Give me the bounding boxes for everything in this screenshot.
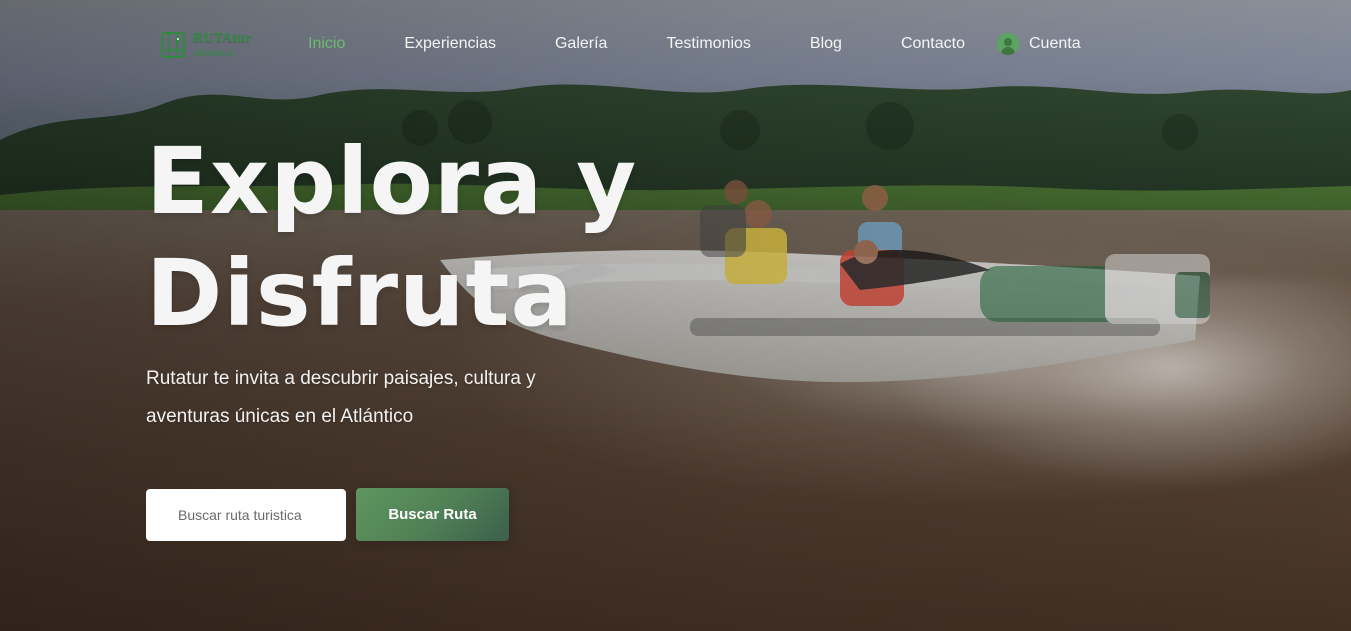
nav-item-experiencias[interactable]: Experiencias bbox=[404, 30, 496, 58]
hero-title-line-2: Disfruta bbox=[146, 240, 574, 347]
account-link[interactable]: Cuenta bbox=[997, 30, 1081, 58]
brand-logo[interactable]: RUTAtur Atlántico bbox=[160, 28, 270, 62]
search-input[interactable] bbox=[146, 488, 346, 541]
hero-title: Explora y Disfruta bbox=[146, 126, 746, 350]
route-map-icon bbox=[161, 32, 185, 58]
top-navigation: RUTAtur Atlántico Inicio Experiencias Ga… bbox=[0, 0, 1351, 86]
nav-menu: Inicio Experiencias Galería Testimonios … bbox=[308, 30, 1081, 58]
nav-item-testimonios[interactable]: Testimonios bbox=[666, 30, 750, 58]
user-icon bbox=[997, 33, 1019, 55]
route-search: Buscar Ruta bbox=[146, 488, 509, 541]
nav-item-contacto[interactable]: Contacto bbox=[901, 30, 965, 58]
hero-content: Explora y Disfruta Rutatur te invita a d… bbox=[146, 126, 746, 436]
nav-item-inicio[interactable]: Inicio bbox=[308, 30, 345, 58]
search-route-button[interactable]: Buscar Ruta bbox=[356, 488, 509, 541]
hero-title-line-1: Explora y bbox=[146, 128, 638, 235]
hero-subtitle: Rutatur te invita a descubrir paisajes, … bbox=[146, 368, 536, 427]
brand-title: RUTAtur bbox=[193, 30, 252, 46]
nav-item-galeria[interactable]: Galería bbox=[555, 30, 607, 58]
brand-wordmark: RUTAtur Atlántico bbox=[193, 30, 252, 59]
brand-subtitle: Atlántico bbox=[193, 46, 237, 59]
nav-item-blog[interactable]: Blog bbox=[810, 30, 842, 58]
account-label: Cuenta bbox=[1029, 35, 1081, 52]
